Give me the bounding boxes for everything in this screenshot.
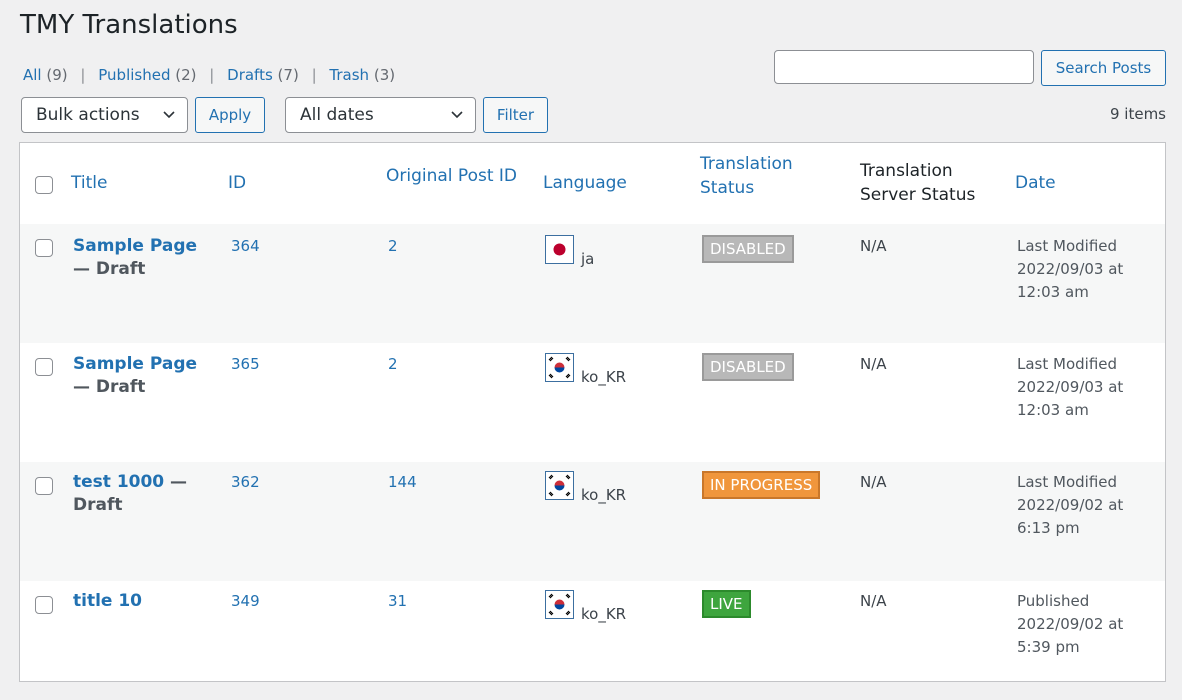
table-row: Sample Page — Draft 364 2 ja DISABLED N/… [20, 224, 1165, 343]
post-id-link[interactable]: 362 [231, 471, 260, 494]
view-all-count: (9) [46, 66, 68, 84]
row-checkbox[interactable] [35, 596, 53, 614]
korea-flag-icon [545, 353, 574, 382]
column-translation-status[interactable]: Translation Status [700, 152, 793, 200]
column-original-post-id[interactable]: Original Post ID [386, 164, 517, 188]
filter-button[interactable]: Filter [483, 97, 548, 133]
chevron-down-icon [163, 111, 175, 119]
post-title-cell: title 10 [73, 590, 213, 613]
item-count: 9 items [1109, 105, 1166, 123]
status-badge: DISABLED [702, 235, 794, 263]
column-title[interactable]: Title [71, 171, 107, 195]
row-checkbox[interactable] [35, 239, 53, 257]
search-posts-button[interactable]: Search Posts [1041, 50, 1166, 86]
page-title: TMY Translations [20, 10, 238, 40]
status-badge: IN PROGRESS [702, 471, 821, 499]
view-trash-count: (3) [373, 66, 396, 84]
language-code: ko_KR [581, 486, 627, 504]
post-title-link[interactable]: Sample Page [73, 354, 197, 374]
post-id-link[interactable]: 349 [231, 590, 260, 613]
separator: | [209, 66, 215, 84]
view-published-count: (2) [175, 66, 197, 84]
server-status: N/A [860, 355, 887, 373]
view-all-link[interactable]: All [23, 66, 42, 84]
original-post-id-link[interactable]: 2 [388, 353, 398, 376]
column-server-status: Translation Server Status [860, 161, 976, 205]
table-row: title 10 349 31 ko_KR LIVE N/A Published… [20, 581, 1165, 700]
original-post-id-link[interactable]: 144 [388, 471, 417, 494]
apply-button[interactable]: Apply [195, 97, 265, 133]
post-state: — Draft [73, 259, 146, 279]
post-state: — Draft [73, 377, 146, 397]
post-id-link[interactable]: 364 [231, 235, 260, 258]
date-cell: Last Modified 2022/09/03 at 12:03 am [1017, 355, 1124, 419]
server-status: N/A [860, 592, 887, 610]
date-cell: Published 2022/09/02 at 5:39 pm [1017, 592, 1124, 656]
original-post-id-link[interactable]: 31 [388, 590, 407, 613]
language-code: ko_KR [581, 368, 627, 386]
post-id-link[interactable]: 365 [231, 353, 260, 376]
post-title-link[interactable]: test 1000 [73, 472, 164, 492]
language-code: ja [581, 250, 595, 268]
date-cell: Last Modified 2022/09/03 at 12:03 am [1017, 237, 1124, 301]
date-filter-select[interactable]: All dates [285, 97, 476, 133]
posts-table: Title ID Original Post ID Language Trans… [19, 142, 1166, 682]
table-row: Sample Page — Draft 365 2 ko_KR DISABLED… [20, 343, 1165, 462]
row-checkbox[interactable] [35, 477, 53, 495]
bulk-actions-select[interactable]: Bulk actions [21, 97, 188, 133]
table-header: Title ID Original Post ID Language Trans… [20, 143, 1165, 225]
search-input[interactable] [774, 50, 1034, 84]
select-all-checkbox[interactable] [35, 176, 53, 194]
post-state: Draft [73, 495, 123, 515]
post-title-cell: test 1000 — Draft [73, 472, 188, 515]
separator: | [311, 66, 317, 84]
view-filters: All (9) | Published (2) | Drafts (7) | T… [23, 66, 395, 84]
language-code: ko_KR [581, 605, 627, 623]
status-badge: DISABLED [702, 353, 794, 381]
post-title-link[interactable]: title 10 [73, 591, 142, 611]
view-published-link[interactable]: Published [98, 66, 170, 84]
server-status: N/A [860, 237, 887, 255]
post-title-link[interactable]: Sample Page [73, 236, 197, 256]
view-trash-link[interactable]: Trash [329, 66, 369, 84]
original-post-id-link[interactable]: 2 [388, 235, 398, 258]
separator: | [80, 66, 86, 84]
row-checkbox[interactable] [35, 358, 53, 376]
status-badge: LIVE [702, 590, 751, 618]
japan-flag-icon [545, 235, 574, 264]
view-drafts-link[interactable]: Drafts [227, 66, 273, 84]
korea-flag-icon [545, 471, 574, 500]
post-title-cell: Sample Page — Draft [73, 353, 213, 399]
view-drafts-count: (7) [277, 66, 299, 84]
date-filter-value: All dates [300, 105, 374, 125]
korea-flag-icon [545, 590, 574, 619]
chevron-down-icon [451, 111, 463, 119]
column-date[interactable]: Date [1015, 171, 1056, 195]
server-status: N/A [860, 473, 887, 491]
column-id[interactable]: ID [228, 171, 246, 195]
date-cell: Last Modified 2022/09/02 at 6:13 pm [1017, 473, 1124, 537]
post-title-cell: Sample Page — Draft [73, 235, 213, 281]
table-row: test 1000 — Draft 362 144 ko_KR IN PROGR… [20, 462, 1165, 581]
bulk-actions-value: Bulk actions [36, 105, 140, 125]
column-language[interactable]: Language [543, 171, 627, 195]
